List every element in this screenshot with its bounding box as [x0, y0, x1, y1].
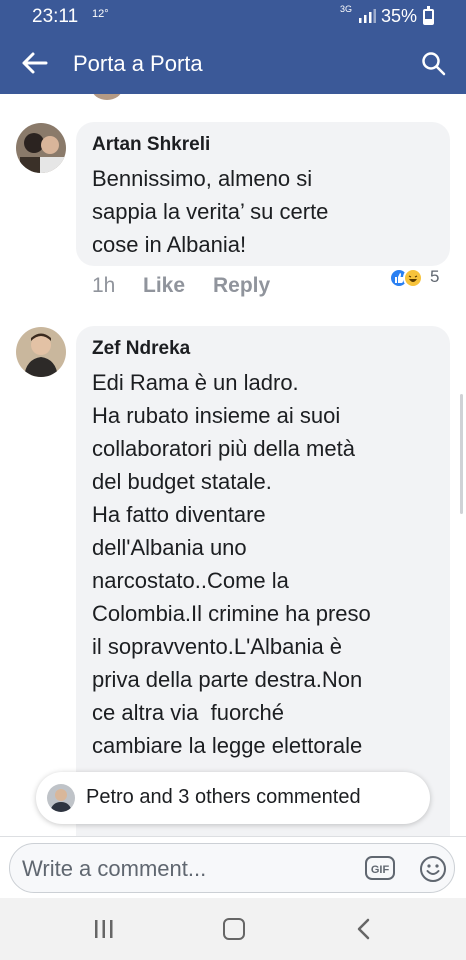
comment-line: del budget statale.	[92, 469, 272, 494]
gif-label: GIF	[371, 864, 390, 876]
status-bar: 23:11 12° 3G 35%	[0, 0, 466, 32]
comment-line: sappia la verita’ su certe	[92, 199, 329, 224]
comment-line: Edi Rama è un ladro.	[92, 370, 299, 395]
comment-line: cose in Albania!	[92, 232, 247, 257]
avatar[interactable]	[16, 327, 66, 377]
comment-author[interactable]: Artan Shkreli	[92, 134, 210, 156]
others-commented-banner[interactable]: Petro and 3 others commented	[36, 772, 430, 824]
comment-line: ce altra via fuorché	[92, 700, 284, 725]
reaction-count: 5	[430, 267, 440, 286]
network-type: 3G	[340, 4, 353, 14]
comment-time: 1h	[92, 274, 116, 297]
comment-line: narcostato..Come la	[92, 568, 289, 593]
status-time: 23:11	[32, 6, 79, 27]
battery-icon	[423, 6, 434, 25]
comment-input-placeholder: Write a comment...	[22, 856, 207, 881]
avatar[interactable]	[16, 123, 66, 173]
avatar-image	[16, 327, 66, 377]
avatar	[47, 784, 75, 812]
page-title: Porta a Porta	[73, 51, 203, 76]
home-icon[interactable]	[223, 918, 245, 940]
comment-composer: Write a comment... GIF	[0, 836, 466, 898]
app-bar: Porta a Porta	[0, 32, 466, 94]
comment-line: il sopravvento.L'Albania è	[92, 634, 343, 659]
reactions-summary[interactable]: 5	[389, 266, 441, 290]
comment-input[interactable]: Write a comment... GIF	[9, 843, 455, 893]
gif-icon[interactable]: GIF	[364, 854, 396, 882]
like-button[interactable]: Like	[143, 274, 185, 298]
comment-line: Ha fatto diventare	[92, 502, 266, 527]
battery-percentage: 35%	[381, 6, 418, 26]
status-temperature: 12°	[92, 8, 109, 20]
comment-actions: 1h Like Reply	[92, 274, 392, 300]
comment-text: Edi Rama è un ladro. Ha rubato insieme a…	[92, 366, 371, 762]
system-navigation-bar	[0, 898, 466, 960]
reply-button[interactable]: Reply	[213, 274, 270, 298]
scrollbar[interactable]	[460, 394, 463, 514]
back-arrow-icon[interactable]	[20, 48, 52, 78]
comment-author[interactable]: Zef Ndreka	[92, 338, 190, 360]
others-commented-text: Petro and 3 others commented	[86, 786, 361, 808]
haha-icon	[403, 268, 423, 288]
comment-line: Ha rubato insieme ai suoi	[92, 403, 341, 428]
comment-line: cambiare la legge elettorale	[92, 733, 363, 758]
comment-line: priva della parte destra.Non	[92, 667, 363, 692]
comment-line: collaboratori più della metà	[92, 436, 355, 461]
comment-text: Bennissimo, almeno si sappia la verita’ …	[92, 162, 328, 261]
comment-line: Bennissimo, almeno si	[92, 166, 313, 191]
truncated-comment-author	[130, 94, 135, 103]
comment-line: Colombia.Il crimine ha preso	[92, 601, 371, 626]
comment-line: dell'Albania uno	[92, 535, 247, 560]
comments-feed[interactable]: Artan Shkreli Bennissimo, almeno si sapp…	[0, 94, 466, 836]
avatar	[92, 94, 122, 100]
signal-icon	[359, 9, 376, 23]
emoji-icon[interactable]	[418, 854, 448, 884]
recent-apps-icon[interactable]	[92, 919, 116, 939]
system-back-icon[interactable]	[354, 917, 374, 941]
avatar-image	[16, 123, 66, 173]
search-icon[interactable]	[420, 50, 448, 78]
